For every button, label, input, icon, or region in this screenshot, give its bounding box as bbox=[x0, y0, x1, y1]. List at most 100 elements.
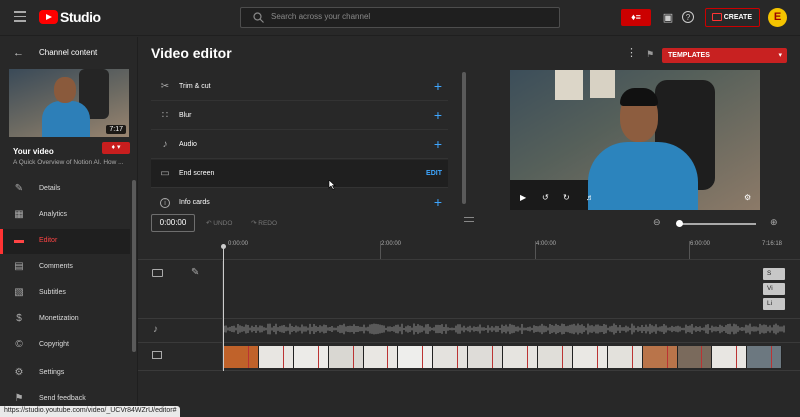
sidebar-item-label: Settings bbox=[39, 369, 65, 376]
help-icon[interactable]: ? bbox=[682, 11, 694, 23]
filmstrip-frame bbox=[712, 346, 748, 368]
visibility-dropdown[interactable]: ♦ ▾ bbox=[102, 142, 130, 154]
playhead[interactable] bbox=[223, 246, 224, 371]
redo-button[interactable]: ↷ REDO bbox=[251, 219, 277, 227]
history-icon[interactable]: ⚑ bbox=[646, 49, 654, 60]
undo-icon: ↶ bbox=[206, 220, 212, 227]
end-screen-icon: ▭ bbox=[160, 168, 170, 179]
pencil-icon: ✎ bbox=[14, 183, 24, 194]
create-label: CREATE bbox=[723, 14, 752, 21]
sidebar-item-label: Copyright bbox=[39, 341, 69, 348]
studio-logo-text[interactable]: Studio bbox=[60, 9, 101, 25]
filmstrip-frame bbox=[468, 346, 504, 368]
tool-trim-cut[interactable]: ✂ Trim & cut + bbox=[151, 73, 448, 101]
volume-icon[interactable]: ♬ bbox=[586, 193, 594, 202]
create-button[interactable]: CREATE bbox=[705, 8, 760, 27]
sidebar-item-label: Editor bbox=[39, 237, 58, 244]
sidebar-item-monetization[interactable]: $ Monetization bbox=[0, 307, 130, 332]
audio-waveform[interactable] bbox=[224, 322, 786, 336]
tick-label: 0:00:00 bbox=[228, 241, 249, 247]
add-icon[interactable]: + bbox=[434, 78, 442, 94]
end-screen-element-subscribe[interactable]: S bbox=[763, 268, 785, 280]
filmstrip-frame bbox=[224, 346, 259, 368]
filmstrip-frame bbox=[398, 346, 434, 368]
avatar[interactable]: E bbox=[768, 8, 787, 27]
sidebar-item-subtitles[interactable]: ▧ Subtitles bbox=[0, 281, 130, 306]
back-arrow-icon[interactable]: ← bbox=[13, 47, 24, 59]
undo-label: UNDO bbox=[213, 220, 233, 227]
tool-blur[interactable]: ∷ Blur + bbox=[151, 102, 448, 130]
video-thumbnail[interactable]: 7:17 bbox=[9, 69, 129, 137]
zoom-out-icon[interactable]: ⊖ bbox=[653, 217, 661, 228]
end-screen-element-video[interactable]: Vi bbox=[763, 283, 785, 295]
feedback-icon: ⚑ bbox=[14, 393, 24, 404]
tool-audio[interactable]: ♪ Audio + bbox=[151, 131, 448, 159]
filmstrip-frame bbox=[677, 346, 713, 368]
monetization-icon: $ bbox=[16, 313, 22, 324]
redo-label: REDO bbox=[258, 220, 278, 227]
filmstrip-frame bbox=[747, 346, 783, 368]
sidebar-scrollbar[interactable] bbox=[132, 180, 136, 352]
editor-tools-list: ✂ Trim & cut + ∷ Blur + ♪ Audio + ▭ End … bbox=[151, 73, 448, 213]
music-note-icon: ♪ bbox=[162, 139, 168, 150]
tool-end-screen[interactable]: ▭ End screen EDIT bbox=[151, 160, 448, 188]
add-icon[interactable]: + bbox=[434, 136, 442, 152]
end-screen-track-icon bbox=[152, 269, 163, 277]
info-icon: i bbox=[160, 198, 170, 208]
templates-dropdown[interactable]: TEMPLATES ▾ bbox=[662, 48, 787, 63]
filmstrip-frame bbox=[503, 346, 539, 368]
sidebar-item-settings[interactable]: ⚙ Settings bbox=[0, 361, 130, 386]
menu-icon[interactable] bbox=[14, 11, 26, 23]
youtube-logo-icon[interactable] bbox=[39, 10, 58, 24]
tool-label: Trim & cut bbox=[179, 83, 211, 90]
tick-label: 6:00:00 bbox=[690, 241, 711, 247]
timeline-ruler[interactable] bbox=[138, 236, 800, 260]
monetization-status-button[interactable]: ♦≡ bbox=[621, 9, 651, 26]
rewind-icon[interactable]: ↺ bbox=[542, 193, 549, 202]
sidebar-item-comments[interactable]: ▤ Comments bbox=[0, 255, 130, 280]
filmstrip-frame bbox=[433, 346, 469, 368]
filmstrip-frame bbox=[538, 346, 573, 368]
tool-label: End screen bbox=[179, 170, 215, 177]
add-icon[interactable]: + bbox=[434, 107, 442, 123]
tick-label: 7:16:18 bbox=[762, 241, 783, 247]
sidebar-item-analytics[interactable]: ▦ Analytics bbox=[0, 203, 130, 228]
sidebar-item-label: Details bbox=[39, 185, 61, 192]
comments-icon: ▤ bbox=[14, 261, 24, 272]
more-vert-icon[interactable]: ⋮ bbox=[626, 46, 637, 59]
zoom-slider-knob[interactable] bbox=[676, 220, 683, 227]
play-icon[interactable]: ▶ bbox=[520, 193, 526, 202]
filmstrip-frame bbox=[363, 346, 399, 368]
subtitles-icon: ▧ bbox=[14, 287, 24, 298]
pencil-icon[interactable]: ✎ bbox=[191, 267, 199, 278]
video-preview-player[interactable]: ▶ ↺ ↻ ♬ ⚙ bbox=[510, 70, 760, 210]
current-time-field[interactable]: 0:00:00 bbox=[151, 214, 195, 232]
tool-info-cards[interactable]: i Info cards + bbox=[151, 189, 448, 217]
tool-label: Info cards bbox=[179, 199, 210, 206]
sidebar-item-copyright[interactable]: © Copyright bbox=[0, 333, 130, 358]
channel-content-link[interactable]: Channel content bbox=[39, 48, 97, 57]
forward-icon[interactable]: ↻ bbox=[563, 193, 570, 202]
filmstrip-frame bbox=[642, 346, 678, 368]
undo-button[interactable]: ↶ UNDO bbox=[206, 219, 232, 227]
sidebar-item-label: Monetization bbox=[39, 315, 79, 322]
sidebar-item-editor[interactable]: ▬ Editor bbox=[0, 229, 130, 254]
tools-scrollbar[interactable] bbox=[462, 72, 466, 204]
panel-resize-handle[interactable] bbox=[464, 217, 474, 222]
end-screen-element-link[interactable]: Li bbox=[763, 298, 785, 310]
video-title: A Quick Overview of Notion AI. How ... bbox=[13, 159, 124, 166]
top-bar: Studio Search across your channel ♦≡ ▣ ?… bbox=[0, 0, 800, 36]
zoom-slider[interactable] bbox=[680, 223, 756, 225]
your-video-label: Your video bbox=[13, 147, 54, 156]
video-camera-icon bbox=[712, 13, 722, 21]
filmstrip-frame bbox=[328, 346, 364, 368]
edit-button[interactable]: EDIT bbox=[426, 170, 442, 177]
add-icon[interactable]: + bbox=[434, 194, 442, 210]
gear-icon[interactable]: ⚙ bbox=[744, 193, 751, 202]
search-input[interactable]: Search across your channel bbox=[240, 7, 560, 28]
video-filmstrip[interactable] bbox=[224, 346, 786, 368]
feedback-icon[interactable]: ▣ bbox=[661, 11, 675, 25]
zoom-in-icon[interactable]: ⊕ bbox=[770, 217, 778, 228]
divider bbox=[138, 318, 800, 319]
sidebar-item-details[interactable]: ✎ Details bbox=[0, 177, 130, 202]
